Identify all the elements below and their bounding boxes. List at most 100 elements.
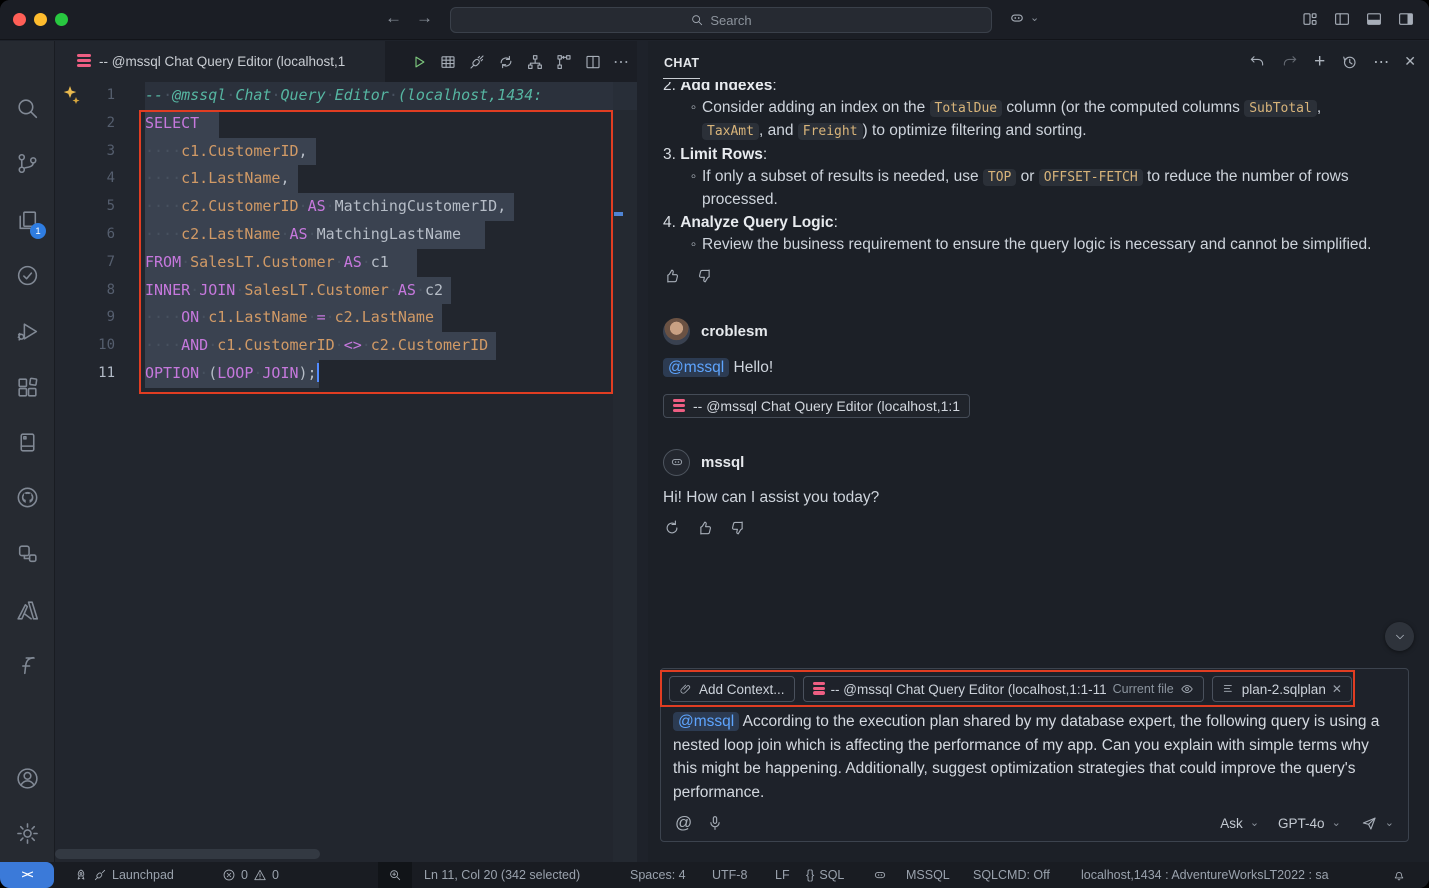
code-line[interactable]: 11OPTION·(LOOP·JOIN); [55,360,637,388]
user-avatar [663,318,690,345]
maximize-window-button[interactable] [55,13,68,26]
copilot-icon [1008,9,1026,27]
current-file-context-chip[interactable]: -- @mssql Chat Query Editor (localhost,1… [803,676,1204,702]
copilot-sparkle-icon[interactable] [62,85,82,111]
indentation-indicator[interactable]: Spaces: 4 [630,862,686,888]
code-editor[interactable]: 1--·@mssql·Chat·Query·Editor·(localhost,… [55,82,637,862]
send-icon[interactable] [1360,814,1378,832]
tab-chat[interactable]: CHAT [663,45,700,79]
editor-horizontal-scrollbar[interactable] [55,849,320,859]
problems-indicator[interactable]: 0 0 [222,862,279,888]
forward-arrow-icon[interactable]: → [416,8,433,28]
error-icon [222,868,236,882]
sidebar-item-azure[interactable] [15,598,41,624]
code-line[interactable]: 3····c1.CustomerID, [55,138,637,166]
change-connection-icon[interactable] [497,53,515,71]
eol-indicator[interactable]: LF [775,862,790,888]
copilot-status[interactable] [873,862,887,888]
sqlplan-context-chip[interactable]: plan-2.sqlplan ✕ [1212,676,1352,702]
extensions-icon [15,375,40,400]
chat-input-text[interactable]: @mssql According to the execution plan s… [661,702,1408,804]
model-selector[interactable]: GPT-4o [1278,816,1325,831]
inline-code: SubTotal [1244,100,1317,117]
code-line[interactable]: 7FROM·SalesLT.Customer·AS·c1 [55,249,637,277]
sidebar-item-database-projects[interactable] [15,541,41,567]
assistant-message-text: Hi! How can I assist you today? [663,489,1414,507]
thumbs-up-icon[interactable] [696,519,714,537]
copilot-menu-button[interactable]: ⌄ [1008,9,1039,27]
thumbs-up-icon[interactable] [663,267,681,285]
sidebar-item-search[interactable] [15,96,41,122]
customize-layout-icon[interactable] [1301,10,1319,28]
tab-chat-query-editor[interactable]: -- @mssql Chat Query Editor (localhost,1 [55,41,385,82]
notifications-bell[interactable] [1392,862,1406,888]
undo-icon[interactable] [1248,53,1266,71]
code-line[interactable]: 2SELECT [55,110,637,138]
retry-icon[interactable] [663,519,681,537]
language-mode[interactable]: {}SQL [806,862,844,888]
split-editor-icon[interactable] [584,53,602,71]
linked-squares-icon [15,541,40,566]
results-grid-icon[interactable] [439,53,457,71]
remote-indicator[interactable]: >< [0,862,54,888]
scroll-to-bottom-button[interactable] [1385,622,1414,651]
search-icon [690,13,704,27]
sidebar-item-sql-server[interactable] [15,430,41,456]
sidebar-item-run-debug[interactable] [15,319,41,345]
encoding-indicator[interactable]: UTF-8 [712,862,747,888]
redo-icon[interactable] [1281,53,1299,71]
disconnect-icon[interactable] [468,53,486,71]
sidebar-item-tasks[interactable] [15,263,41,289]
code-line[interactable]: 10····AND·c1.CustomerID·<>·c2.CustomerID [55,332,637,360]
eye-icon[interactable] [1180,682,1194,696]
code-line[interactable]: 9····ON·c1.LastName·=·c2.LastName [55,304,637,332]
sidebar-item-github[interactable] [15,485,41,511]
thumbs-down-icon[interactable] [696,267,714,285]
sidebar-item-source-control[interactable] [15,151,41,177]
code-line[interactable]: 6····c2.LastName·AS·MatchingLastName [55,221,637,249]
actual-plan-icon[interactable] [555,53,573,71]
zoom-indicator[interactable] [378,862,412,888]
sidebar-item-accounts[interactable] [15,766,41,792]
code-line[interactable]: 8INNER·JOIN·SalesLT.Customer·AS·c2 [55,277,637,305]
close-window-button[interactable] [13,13,26,26]
new-chat-icon[interactable]: + [1314,51,1325,73]
add-context-button[interactable]: Add Context... [669,676,795,702]
run-query-icon[interactable] [410,53,428,71]
close-panel-icon[interactable]: ✕ [1404,53,1416,70]
back-arrow-icon[interactable]: ← [385,8,402,28]
message-attachment-chip[interactable]: -- @mssql Chat Query Editor (localhost,1… [663,394,970,418]
connection-status[interactable]: localhost,1434 : AdventureWorksLT2022 : … [1081,862,1329,888]
mssql-status[interactable]: MSSQL [906,862,950,888]
paperclip-icon [679,682,693,696]
cursor-position[interactable]: Ln 11, Col 20 (342 selected) [424,862,580,888]
chat-input-box[interactable]: Add Context... -- @mssql Chat Query Edit… [660,668,1409,842]
code-line[interactable]: 4····c1.LastName, [55,165,637,193]
chevron-down-icon [1393,630,1407,644]
estimated-plan-icon[interactable] [526,53,544,71]
check-circle-icon [15,263,40,288]
assistant-list: 2. Add Indexes:◦Consider adding an index… [663,82,1414,256]
editor-scrollbar[interactable] [613,82,637,862]
launchpad-button[interactable]: Launchpad [74,862,174,888]
more-actions-icon[interactable]: ⋯ [613,52,629,72]
toggle-panel-icon[interactable] [1365,10,1383,28]
code-line[interactable]: 1--·@mssql·Chat·Query·Editor·(localhost,… [55,82,637,110]
command-center-search[interactable]: Search [450,7,992,33]
code-line[interactable]: 5····c2.CustomerID·AS·MatchingCustomerID… [55,193,637,221]
sidebar-item-fabric[interactable] [15,653,41,679]
remove-chip-icon[interactable]: ✕ [1332,682,1342,696]
microphone-icon[interactable] [706,814,724,832]
toggle-secondary-sidebar-icon[interactable] [1397,10,1415,28]
mention-icon[interactable]: @ [675,813,692,833]
minimize-window-button[interactable] [34,13,47,26]
more-actions-icon[interactable]: ⋯ [1373,52,1389,72]
toggle-primary-sidebar-icon[interactable] [1333,10,1351,28]
history-icon[interactable] [1340,53,1358,71]
traffic-lights [13,13,68,26]
mode-selector[interactable]: Ask [1220,816,1243,831]
thumbs-down-icon[interactable] [729,519,747,537]
sidebar-item-extensions[interactable] [15,375,41,401]
sidebar-item-settings[interactable] [15,821,41,847]
sqlcmd-status[interactable]: SQLCMD: Off [973,862,1050,888]
